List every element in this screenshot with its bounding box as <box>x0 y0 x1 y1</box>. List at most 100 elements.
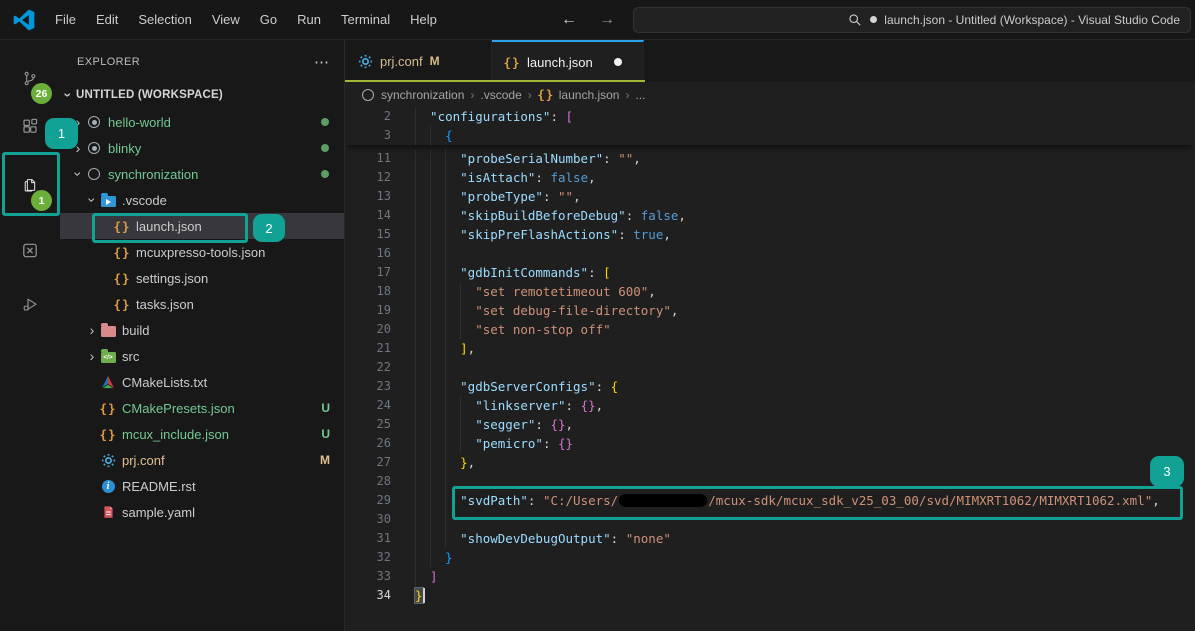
line-number[interactable]: 33 <box>345 567 391 586</box>
tree-item-prj-conf[interactable]: prj.confM <box>60 447 344 473</box>
chevron-down-icon[interactable] <box>84 192 100 208</box>
code-line-18[interactable]: 18"set remotetimeout 600", <box>345 282 1195 301</box>
breadcrumb-item-launch-json[interactable]: {}launch.json <box>538 87 620 103</box>
code-line-29[interactable]: 29"svdPath": "C:/Users//mcux-sdk/mcux_sd… <box>345 491 1195 510</box>
workspace-section-header[interactable]: UNTITLED (WORKSPACE) <box>60 84 344 106</box>
tree-item-synchronization[interactable]: synchronization <box>60 161 344 187</box>
code-line-23[interactable]: 23"gdbServerConfigs": { <box>345 377 1195 396</box>
activity-x-box[interactable] <box>0 226 60 274</box>
tab-dirty-dot[interactable] <box>614 58 622 66</box>
menu-file[interactable]: File <box>45 0 86 40</box>
line-number[interactable]: 34 <box>345 586 391 605</box>
code-line-22[interactable]: 22 <box>345 358 1195 377</box>
line-number[interactable]: 25 <box>345 415 391 434</box>
command-center[interactable]: launch.json - Untitled (Workspace) - Vis… <box>633 7 1191 33</box>
line-number[interactable]: 21 <box>345 339 391 358</box>
back-arrow-icon[interactable]: ← <box>561 11 577 29</box>
more-actions-icon[interactable]: ⋯ <box>314 53 330 71</box>
code-line-30[interactable]: 30 <box>345 510 1195 529</box>
tree-item-tasks-json[interactable]: {}tasks.json <box>60 291 344 317</box>
breadcrumb-item--vscode[interactable]: .vscode <box>480 88 521 102</box>
code-line-14[interactable]: 14"skipBuildBeforeDebug": false, <box>345 206 1195 225</box>
activity-source-control[interactable]: 26 <box>0 54 60 102</box>
tree-item-sample-yaml[interactable]: sample.yaml <box>60 499 344 525</box>
code-line-12[interactable]: 12"isAttach": false, <box>345 168 1195 187</box>
tree-item-mcuxpresso-tools-json[interactable]: {}mcuxpresso-tools.json <box>60 239 344 265</box>
line-number[interactable]: 11 <box>345 149 391 168</box>
line-number[interactable]: 19 <box>345 301 391 320</box>
line-number[interactable]: 29 <box>345 491 391 510</box>
code-line-3[interactable]: 3{ <box>345 126 1195 145</box>
tree-item--vscode[interactable]: .vscode <box>60 187 344 213</box>
tree-item-cmakepresets-json[interactable]: {}CMakePresets.jsonU <box>60 395 344 421</box>
menu-selection[interactable]: Selection <box>128 0 201 40</box>
breadcrumb-item--[interactable]: ... <box>635 88 645 102</box>
tree-item-blinky[interactable]: blinky <box>60 135 344 161</box>
menu-edit[interactable]: Edit <box>86 0 128 40</box>
line-number[interactable]: 12 <box>345 168 391 187</box>
code-line-25[interactable]: 25"segger": {}, <box>345 415 1195 434</box>
chevron-right-icon[interactable] <box>70 114 86 130</box>
line-number[interactable]: 31 <box>345 529 391 548</box>
code-line-16[interactable]: 16 <box>345 244 1195 263</box>
code-line-20[interactable]: 20"set non-stop off" <box>345 320 1195 339</box>
code-line-34[interactable]: 34} <box>345 586 1195 605</box>
code-line-19[interactable]: 19"set debug-file-directory", <box>345 301 1195 320</box>
line-number[interactable]: 2 <box>345 107 391 126</box>
line-number[interactable]: 24 <box>345 396 391 415</box>
chevron-right-icon[interactable] <box>70 140 86 156</box>
menu-run[interactable]: Run <box>287 0 331 40</box>
tree-item-launch-json[interactable]: {}launch.json <box>60 213 344 239</box>
line-number[interactable]: 28 <box>345 472 391 491</box>
breadcrumb-item-synchronization[interactable]: synchronization <box>360 87 464 103</box>
tree-item-hello-world[interactable]: hello-world <box>60 109 344 135</box>
menu-view[interactable]: View <box>202 0 250 40</box>
chevron-down-icon[interactable] <box>70 166 86 182</box>
code-line-28[interactable]: 28 <box>345 472 1195 491</box>
line-number[interactable]: 30 <box>345 510 391 529</box>
tree-item-mcux-include-json[interactable]: {}mcux_include.jsonU <box>60 421 344 447</box>
line-number[interactable]: 15 <box>345 225 391 244</box>
line-number[interactable]: 16 <box>345 244 391 263</box>
code-line-32[interactable]: 32} <box>345 548 1195 567</box>
code-line-11[interactable]: 11"probeSerialNumber": "", <box>345 149 1195 168</box>
line-number[interactable]: 14 <box>345 206 391 225</box>
code-editor[interactable]: 2"configurations": [3{ 11"probeSerialNum… <box>345 107 1195 631</box>
line-number[interactable]: 32 <box>345 548 391 567</box>
line-number[interactable]: 27 <box>345 453 391 472</box>
line-number[interactable]: 17 <box>345 263 391 282</box>
code-line-2[interactable]: 2"configurations": [ <box>345 107 1195 126</box>
tree-item-settings-json[interactable]: {}settings.json <box>60 265 344 291</box>
activity-debug[interactable] <box>0 280 60 328</box>
tree-item-readme-rst[interactable]: iREADME.rst <box>60 473 344 499</box>
tab-prj-conf[interactable]: prj.confM <box>345 40 492 82</box>
code-line-31[interactable]: 31"showDevDebugOutput": "none" <box>345 529 1195 548</box>
tab-launch-json[interactable]: {}launch.json <box>492 40 644 82</box>
line-number[interactable]: 13 <box>345 187 391 206</box>
code-line-13[interactable]: 13"probeType": "", <box>345 187 1195 206</box>
tree-item-src[interactable]: </>src <box>60 343 344 369</box>
code-line-24[interactable]: 24"linkserver": {}, <box>345 396 1195 415</box>
line-number[interactable]: 22 <box>345 358 391 377</box>
code-line-15[interactable]: 15"skipPreFlashActions": true, <box>345 225 1195 244</box>
tree-item-build[interactable]: build <box>60 317 344 343</box>
chevron-right-icon[interactable] <box>84 322 100 338</box>
code-line-17[interactable]: 17"gdbInitCommands": [ <box>345 263 1195 282</box>
menu-go[interactable]: Go <box>250 0 287 40</box>
line-number[interactable]: 18 <box>345 282 391 301</box>
forward-arrow-icon[interactable]: → <box>599 11 615 29</box>
code-line-27[interactable]: 27}, <box>345 453 1195 472</box>
activity-explorer[interactable]: 1 <box>0 161 60 209</box>
chevron-right-icon[interactable] <box>84 348 100 364</box>
line-number[interactable]: 20 <box>345 320 391 339</box>
code-line-21[interactable]: 21], <box>345 339 1195 358</box>
menu-terminal[interactable]: Terminal <box>331 0 400 40</box>
code-line-26[interactable]: 26"pemicro": {} <box>345 434 1195 453</box>
line-number[interactable]: 23 <box>345 377 391 396</box>
code-line-33[interactable]: 33] <box>345 567 1195 586</box>
activity-extensions[interactable] <box>0 102 60 150</box>
line-number[interactable]: 3 <box>345 126 391 145</box>
menu-help[interactable]: Help <box>400 0 447 40</box>
line-number[interactable]: 26 <box>345 434 391 453</box>
tree-item-cmakelists-txt[interactable]: CMakeLists.txt <box>60 369 344 395</box>
